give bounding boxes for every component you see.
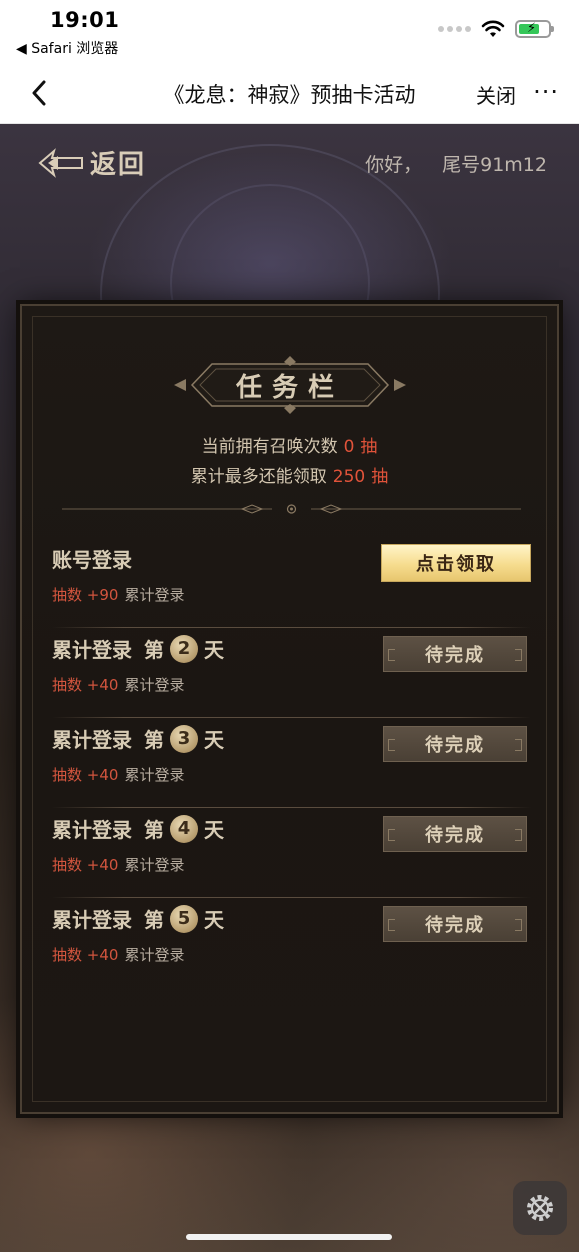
pending-button[interactable]: 待完成 <box>383 726 527 762</box>
pending-button[interactable]: 待完成 <box>383 816 527 852</box>
summary-current-unit: 抽 <box>360 437 378 457</box>
task-title: 累计登录 第 3 天 <box>52 724 224 753</box>
task-row: 累计登录 第 5 天 抽数 +40 累计登录 待完成 <box>52 898 531 988</box>
task-title-text: 累计登录 <box>52 728 132 752</box>
summary-max: 累计最多还能领取 250 抽 <box>22 462 557 487</box>
pending-button[interactable]: 待完成 <box>383 636 527 672</box>
task-title-day: 天 <box>204 818 224 842</box>
more-options-button[interactable]: ··· <box>533 78 559 106</box>
task-desc: 累计登录 <box>124 766 185 784</box>
day-number-badge: 2 <box>170 634 198 663</box>
task-reward: 抽数 +40 <box>52 676 119 694</box>
task-reward: 抽数 +90 <box>52 586 119 604</box>
task-reward: 抽数 +40 <box>52 946 119 964</box>
task-reward-line: 抽数 +40 累计登录 <box>52 674 184 695</box>
day-number-badge: 4 <box>170 814 198 843</box>
user-tail-number: 尾号91m12 <box>442 154 547 176</box>
claim-button[interactable]: 点击领取 <box>381 544 531 582</box>
ornament-divider <box>62 504 521 514</box>
user-greeting: 你好， 尾号91m12 <box>365 150 547 177</box>
task-title-ordinal: 第 <box>144 728 164 752</box>
task-desc: 累计登录 <box>124 946 185 964</box>
settings-button[interactable] <box>513 1181 567 1235</box>
task-title-text: 累计登录 <box>52 818 132 842</box>
summary-current-value: 0 <box>343 437 355 457</box>
task-title-day: 天 <box>204 728 224 752</box>
task-desc: 累计登录 <box>124 676 185 694</box>
close-button[interactable]: 关闭 <box>476 80 516 109</box>
task-title: 账号登录 <box>52 544 132 573</box>
status-icons: ⚡ <box>438 20 554 38</box>
game-view: 返回 你好， 尾号91m12 任务栏 当前拥有召唤次数 0 抽 累计最多还能领取 250… <box>0 124 579 1252</box>
task-row: 账号登录 抽数 +90 累计登录 点击领取 <box>52 538 531 628</box>
task-title-ordinal: 第 <box>144 818 164 842</box>
task-title: 累计登录 第 5 天 <box>52 904 224 933</box>
greeting-text: 你好， <box>365 154 423 176</box>
task-row: 累计登录 第 4 天 抽数 +40 累计登录 待完成 <box>52 808 531 898</box>
task-desc: 累计登录 <box>124 856 185 874</box>
task-row: 累计登录 第 2 天 抽数 +40 累计登录 待完成 <box>52 628 531 718</box>
pending-button[interactable]: 待完成 <box>383 906 527 942</box>
back-to-safari-link[interactable]: ◀ Safari 浏览器 <box>16 38 118 58</box>
task-title: 累计登录 第 4 天 <box>52 814 224 843</box>
wifi-icon <box>481 20 505 37</box>
task-reward-line: 抽数 +40 累计登录 <box>52 944 184 965</box>
summary-max-label: 累计最多还能领取 <box>190 467 327 487</box>
task-title: 累计登录 第 2 天 <box>52 634 224 663</box>
summary-current: 当前拥有召唤次数 0 抽 <box>22 432 557 457</box>
task-row: 累计登录 第 3 天 抽数 +40 累计登录 待完成 <box>52 718 531 808</box>
summary-max-value: 250 <box>332 467 366 487</box>
task-reward-line: 抽数 +40 累计登录 <box>52 854 184 875</box>
status-time: 19:01 <box>50 8 120 32</box>
home-indicator[interactable] <box>186 1234 392 1240</box>
task-title-day: 天 <box>204 908 224 932</box>
signal-icon <box>438 26 471 32</box>
day-number-badge: 3 <box>170 724 198 753</box>
browser-nav-bar: 《龙息：神寂》预抽卡活动 关闭 ··· <box>0 62 579 124</box>
status-bar: 19:01 ◀ Safari 浏览器 ⚡ <box>0 0 579 62</box>
task-title-ordinal: 第 <box>144 638 164 662</box>
game-back-label: 返回 <box>90 150 147 180</box>
task-title-text: 累计登录 <box>52 638 132 662</box>
task-title-day: 天 <box>204 638 224 662</box>
task-reward-line: 抽数 +90 累计登录 <box>52 584 184 605</box>
task-desc: 累计登录 <box>124 586 185 604</box>
task-panel: 任务栏 当前拥有召唤次数 0 抽 累计最多还能领取 250 抽 账号登录 抽数 +90 累… <box>20 304 559 1114</box>
day-number-badge: 5 <box>170 904 198 933</box>
summary-max-unit: 抽 <box>371 467 389 487</box>
ornate-arrow-left-icon <box>38 147 83 178</box>
task-reward: 抽数 +40 <box>52 856 119 874</box>
panel-title-frame: 任务栏 <box>172 354 408 416</box>
summary-current-label: 当前拥有召唤次数 <box>201 437 338 457</box>
task-title-ordinal: 第 <box>144 908 164 932</box>
panel-title: 任务栏 <box>235 372 344 403</box>
task-title-text: 累计登录 <box>52 908 132 932</box>
game-back-button[interactable]: 返回 <box>38 144 146 181</box>
task-reward-line: 抽数 +40 累计登录 <box>52 764 184 785</box>
task-reward: 抽数 +40 <box>52 766 119 784</box>
task-title-text: 账号登录 <box>52 548 132 572</box>
battery-icon: ⚡ <box>515 20 554 38</box>
gear-tools-icon <box>527 1195 553 1221</box>
